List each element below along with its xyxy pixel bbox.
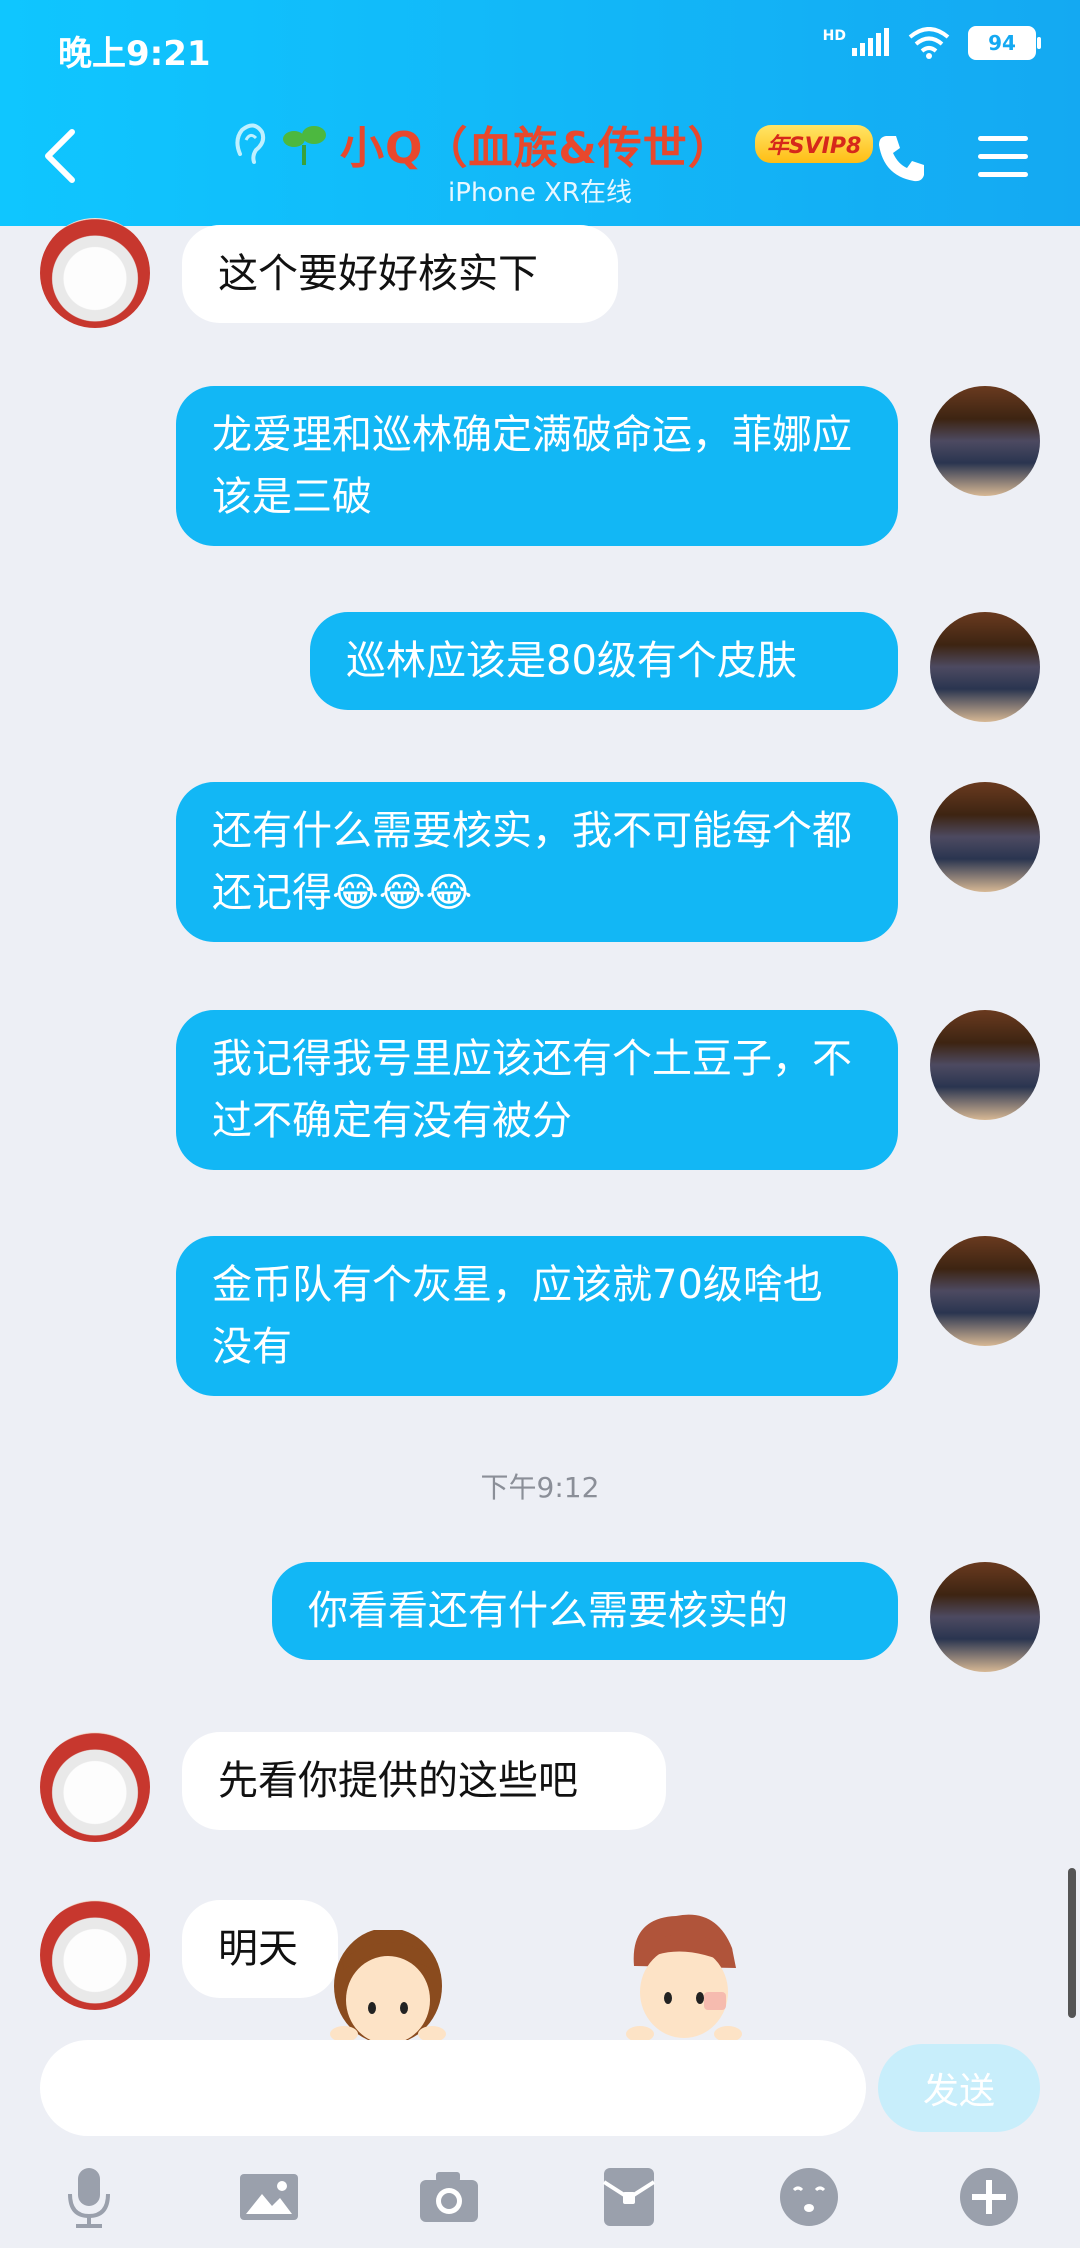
menu-icon[interactable]: [978, 136, 1028, 180]
send-button[interactable]: 发送: [878, 2044, 1040, 2132]
battery-indicator: 94: [968, 26, 1041, 60]
chat-title-row[interactable]: 小Q（血族&传世） 年SVIP8: [230, 112, 874, 176]
cartoon-girl-sticker: [330, 1930, 446, 2040]
message-bubble-incoming[interactable]: 先看你提供的这些吧: [182, 1732, 666, 1830]
signal-icon: [852, 28, 889, 56]
camera-icon[interactable]: [416, 2164, 482, 2230]
microphone-icon[interactable]: [56, 2164, 122, 2230]
image-icon[interactable]: [236, 2164, 302, 2230]
message-bubble-outgoing[interactable]: 还有什么需要核实，我不可能每个都还记得😂😂😂: [176, 782, 898, 942]
message-bubble-outgoing[interactable]: 金币队有个灰星，应该就70级啥也没有: [176, 1236, 898, 1396]
sprout-icon: [283, 126, 326, 165]
message-input[interactable]: [40, 2040, 866, 2136]
contact-avatar[interactable]: [40, 1900, 150, 2010]
my-avatar[interactable]: [930, 1236, 1040, 1346]
svip-badge: 年SVIP8: [754, 125, 874, 163]
my-avatar[interactable]: [930, 386, 1040, 496]
my-avatar[interactable]: [930, 1562, 1040, 1672]
contact-avatar[interactable]: [40, 1732, 150, 1842]
message-timestamp: 下午9:12: [480, 1471, 600, 1504]
red-packet-icon[interactable]: [596, 2164, 662, 2230]
wifi-icon: [908, 27, 950, 59]
chat-toolbar: [0, 2150, 1080, 2248]
phone-call-icon[interactable]: [876, 132, 928, 184]
hd-label: HD: [822, 28, 846, 44]
my-avatar[interactable]: [930, 612, 1040, 722]
message-bubble-outgoing[interactable]: 你看看还有什么需要核实的: [272, 1562, 898, 1660]
my-avatar[interactable]: [930, 1010, 1040, 1120]
status-icons: HD 94: [822, 26, 1041, 60]
cartoon-boy-sticker: [626, 1914, 742, 2040]
contact-avatar[interactable]: [40, 218, 150, 328]
plus-icon[interactable]: [956, 2164, 1022, 2230]
chat-header: 晚上9:21 HD 94 小Q（血族&传世） 年SVIP8 iPhone XR在…: [0, 0, 1080, 226]
status-time: 晚上9:21: [58, 34, 211, 74]
ear-icon[interactable]: [230, 120, 270, 168]
message-bubble-outgoing[interactable]: 巡林应该是80级有个皮肤: [310, 612, 898, 710]
chat-title: 小Q（血族&传世）: [340, 123, 733, 174]
message-bubble-incoming[interactable]: 这个要好好核实下: [182, 225, 618, 323]
message-bubble-outgoing[interactable]: 我记得我号里应该还有个土豆子，不过不确定有没有被分: [176, 1010, 898, 1170]
message-bubble-outgoing[interactable]: 龙爱理和巡林确定满破命运，菲娜应该是三破: [176, 386, 898, 546]
emoji-icon[interactable]: [776, 2164, 842, 2230]
my-avatar[interactable]: [930, 782, 1040, 892]
message-bubble-incoming[interactable]: 明天: [182, 1900, 338, 1998]
scrollbar[interactable]: [1068, 1868, 1076, 2018]
